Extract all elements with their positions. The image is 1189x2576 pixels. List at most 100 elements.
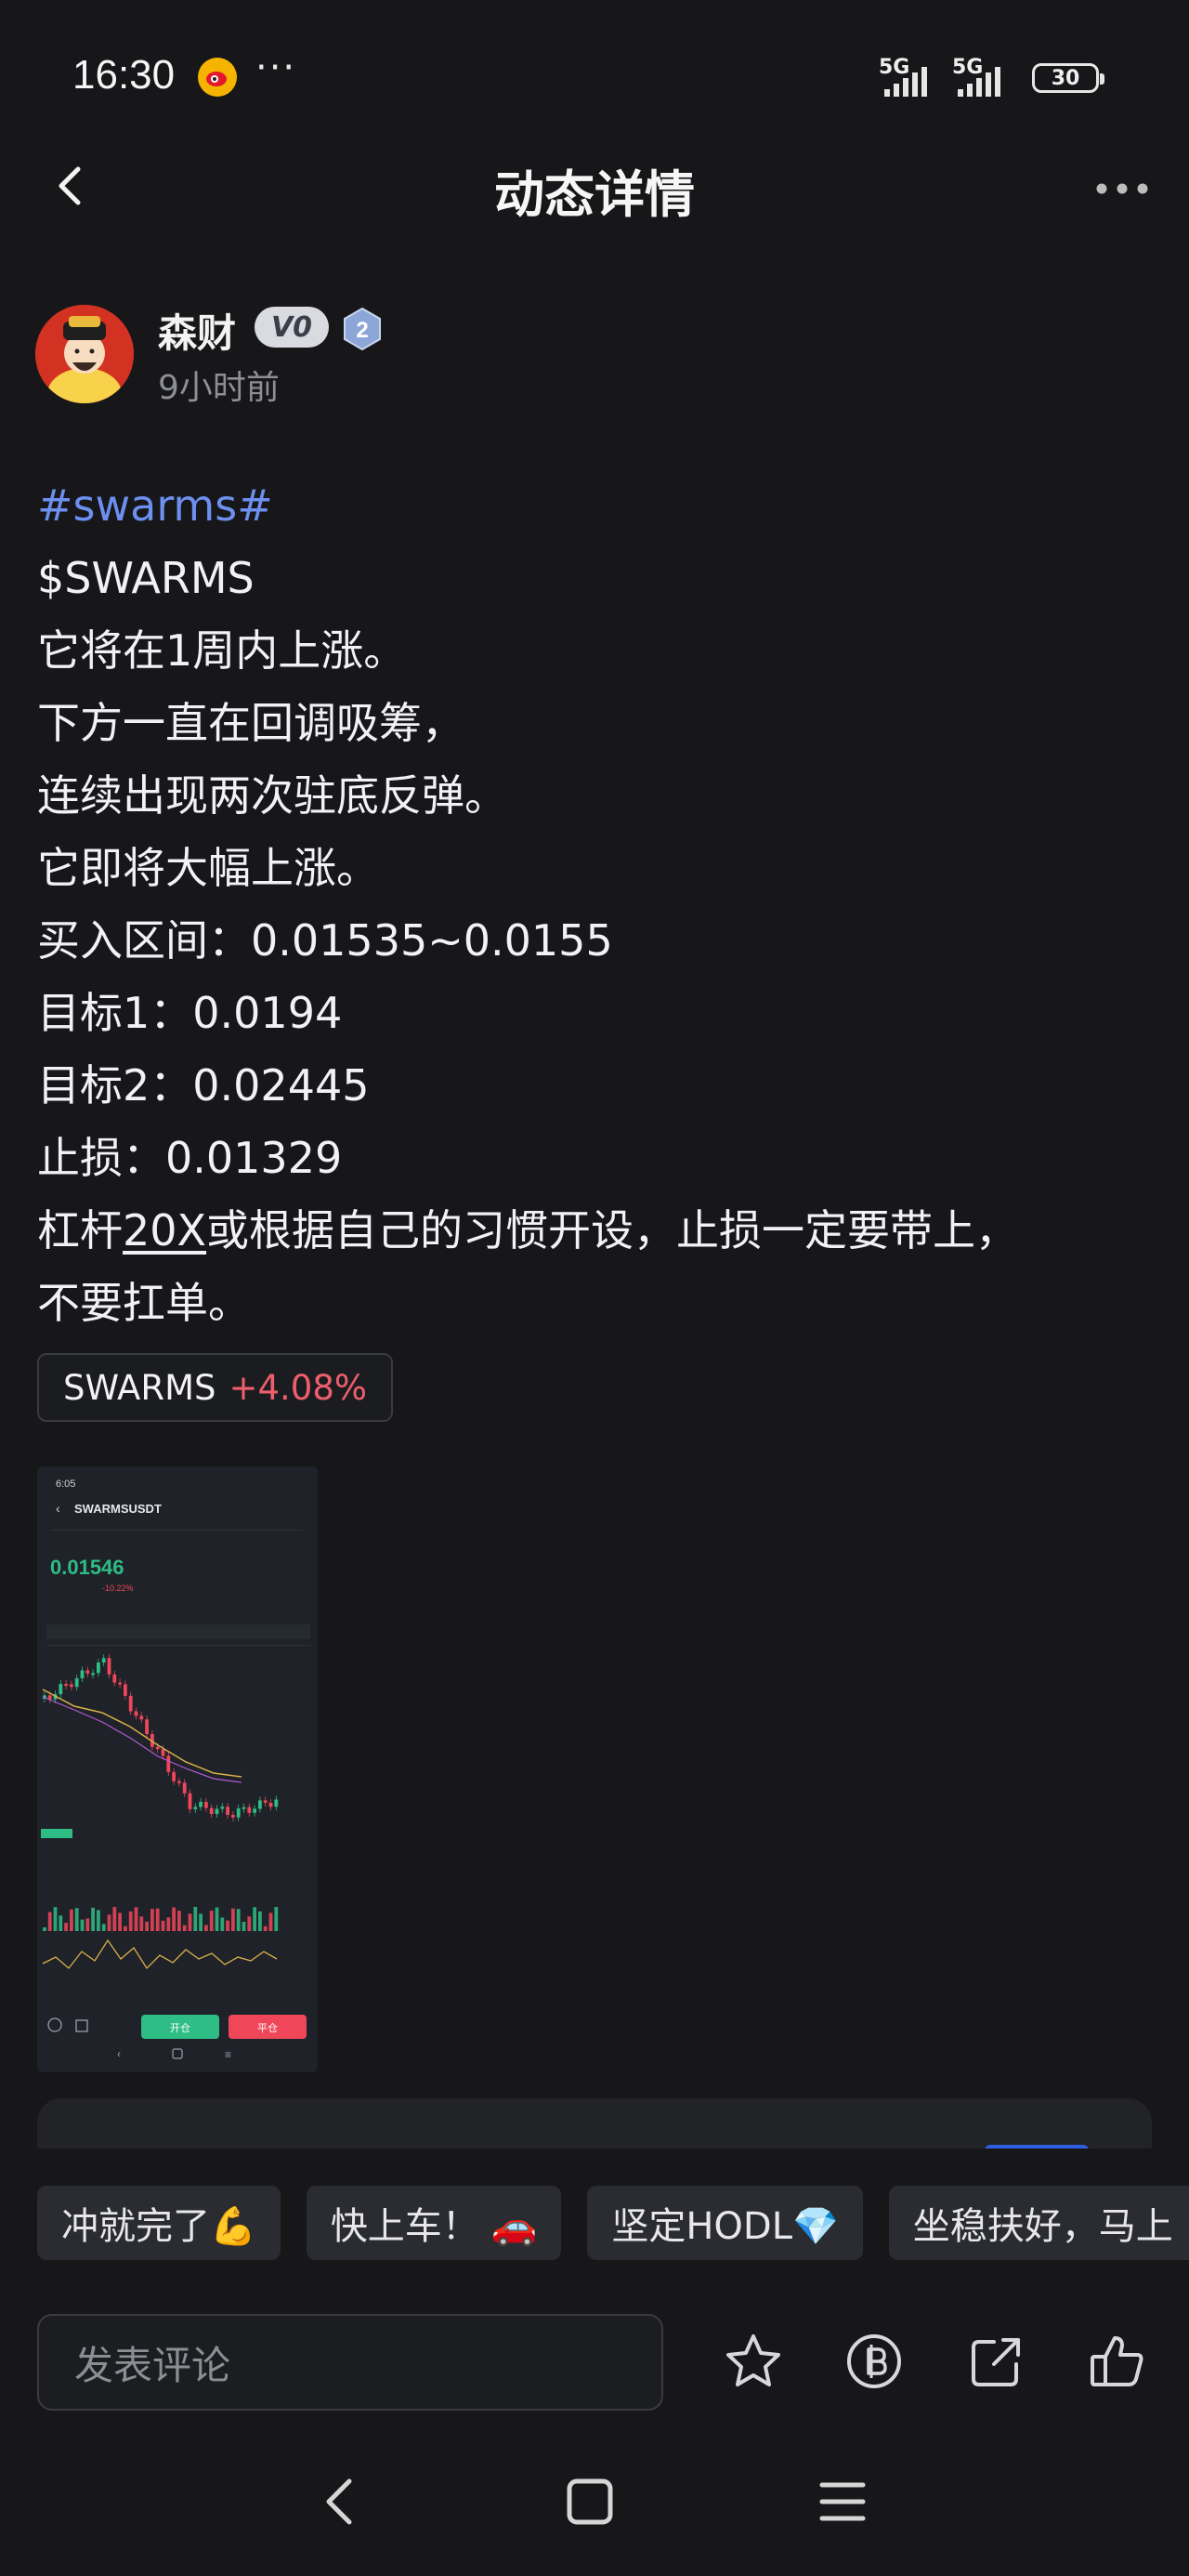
level-number: 2	[356, 318, 368, 343]
favorite-star-icon[interactable]	[723, 2331, 784, 2392]
volume-bar	[112, 1907, 117, 1931]
volume-bar	[53, 1907, 58, 1931]
post-text: 或根据自己的习惯开设，止损一定要带上，	[206, 1205, 1019, 1255]
candle	[124, 1684, 127, 1696]
quick-replies: 冲就完了💪 快上车！ 🚗 坚定HODL💎 坐稳扶好，马上	[37, 2186, 1189, 2260]
candle	[188, 1793, 192, 1809]
candle	[247, 1807, 252, 1813]
candle	[166, 1755, 171, 1772]
leverage-link[interactable]: 20X	[123, 1205, 206, 1255]
candle	[274, 1799, 279, 1807]
post-line: $SWARMS	[37, 553, 255, 603]
avatar[interactable]	[35, 305, 134, 403]
volume-bar	[177, 1911, 181, 1931]
candle	[226, 1807, 229, 1816]
post-line: 不要扛单。	[37, 1278, 251, 1328]
volume-bar	[59, 1915, 63, 1931]
tip-coin-icon[interactable]	[843, 2331, 905, 2392]
volume-bar	[215, 1907, 219, 1931]
volume-bar	[172, 1907, 176, 1931]
candle	[59, 1684, 63, 1695]
volume-bar	[107, 1914, 111, 1931]
candle	[177, 1781, 181, 1783]
candle	[112, 1674, 117, 1683]
system-back-icon[interactable]	[312, 2474, 368, 2530]
trading-app-screenshot: 6:05 ‹ SWARMSUSDT 0.01546 -10.22% 开仓 平仓 …	[37, 1466, 318, 2072]
signal-bars-icon-2	[958, 67, 1000, 97]
candle	[64, 1684, 68, 1687]
candle	[258, 1800, 262, 1809]
share-icon[interactable]	[966, 2331, 1027, 2392]
volume-bar	[118, 1912, 122, 1931]
volume-bar	[199, 1913, 203, 1931]
system-menu-icon[interactable]	[815, 2474, 870, 2530]
hashtag-link[interactable]: #swarms#	[37, 480, 273, 531]
thumb-open-button: 开仓	[170, 2021, 190, 2034]
candle	[107, 1658, 111, 1675]
candle	[134, 1711, 138, 1716]
post-line: 止损：0.01329	[37, 1133, 343, 1183]
candle	[204, 1802, 208, 1808]
volume-bar	[128, 1911, 133, 1931]
volume-bar	[85, 1918, 90, 1931]
post-line: 买入区间：0.01535~0.0155	[37, 915, 613, 966]
status-more-icon: ···	[255, 46, 297, 89]
thumb-close-button: 平仓	[257, 2021, 278, 2034]
volume-bar	[209, 1911, 214, 1931]
volume-bar	[97, 1910, 100, 1931]
svg-text:‹: ‹	[56, 1501, 60, 1516]
quick-reply-chip[interactable]: 快上车！ 🚗	[306, 2186, 562, 2260]
battery-indicator: 30	[1032, 63, 1104, 93]
volume-bar	[124, 1925, 127, 1931]
volume-bar	[134, 1907, 138, 1931]
volume-bar	[188, 1913, 192, 1931]
status-time: 16:30	[72, 52, 176, 98]
volume-bar	[74, 1908, 79, 1931]
comment-input[interactable]: 发表评论	[37, 2314, 663, 2411]
ticker-tag[interactable]: SWARMS +4.08%	[37, 1353, 394, 1422]
candle	[172, 1771, 176, 1781]
volume-bar	[182, 1925, 187, 1931]
volume-bar	[150, 1909, 154, 1931]
quick-reply-chip[interactable]: 坐稳扶好，马上	[888, 2186, 1189, 2260]
thumb-pair: SWARMSUSDT	[74, 1502, 162, 1516]
candle	[91, 1673, 95, 1676]
more-options-icon[interactable]	[1094, 177, 1150, 201]
candle	[193, 1807, 198, 1809]
candle	[182, 1782, 187, 1794]
volume-bar	[47, 1912, 52, 1931]
volume-bar	[236, 1909, 241, 1931]
candle	[155, 1746, 160, 1750]
svg-text:‹: ‹	[117, 2047, 121, 2060]
post-line: 下方一直在回调吸筹，	[37, 698, 464, 748]
post-content: #swarms# $SWARMS 它将在1周内上涨。 下方一直在回调吸筹， 连续…	[37, 469, 1161, 1339]
like-thumbs-up-icon[interactable]	[1087, 2331, 1148, 2392]
volume-bar	[263, 1925, 268, 1931]
attached-image[interactable]: 6:05 ‹ SWARMSUSDT 0.01546 -10.22% 开仓 平仓 …	[37, 1466, 318, 2072]
post-line: 它即将大幅上涨。	[37, 843, 379, 893]
thumb-change: -10.22%	[102, 1584, 134, 1593]
quick-reply-chip[interactable]: 坚定HODL💎	[587, 2186, 863, 2260]
volume-bar	[101, 1924, 106, 1931]
post-line: 连续出现两次驻底反弹。	[37, 770, 507, 821]
page-title: 动态详情	[494, 165, 695, 224]
candle	[242, 1807, 246, 1809]
post-time: 9小时前	[158, 369, 280, 407]
quick-reply-chip[interactable]: 冲就完了💪	[37, 2186, 281, 2260]
candle	[70, 1684, 73, 1688]
candle	[101, 1658, 106, 1663]
volume-bar	[145, 1921, 149, 1931]
volume-bar	[139, 1916, 144, 1931]
volume-bar	[204, 1925, 208, 1931]
vip-badge: V0	[255, 307, 329, 348]
system-home-icon[interactable]	[562, 2474, 618, 2530]
thumb-price: 0.01546	[50, 1556, 124, 1579]
weibo-notification-icon	[198, 58, 237, 97]
candle	[161, 1749, 165, 1756]
volume-bar	[161, 1920, 165, 1931]
author-name[interactable]: 森财	[158, 302, 236, 359]
volume-bar	[70, 1909, 73, 1931]
candle	[231, 1815, 235, 1818]
ticker-change: +4.08%	[229, 1367, 368, 1408]
svg-text:≡: ≡	[225, 2048, 231, 2061]
